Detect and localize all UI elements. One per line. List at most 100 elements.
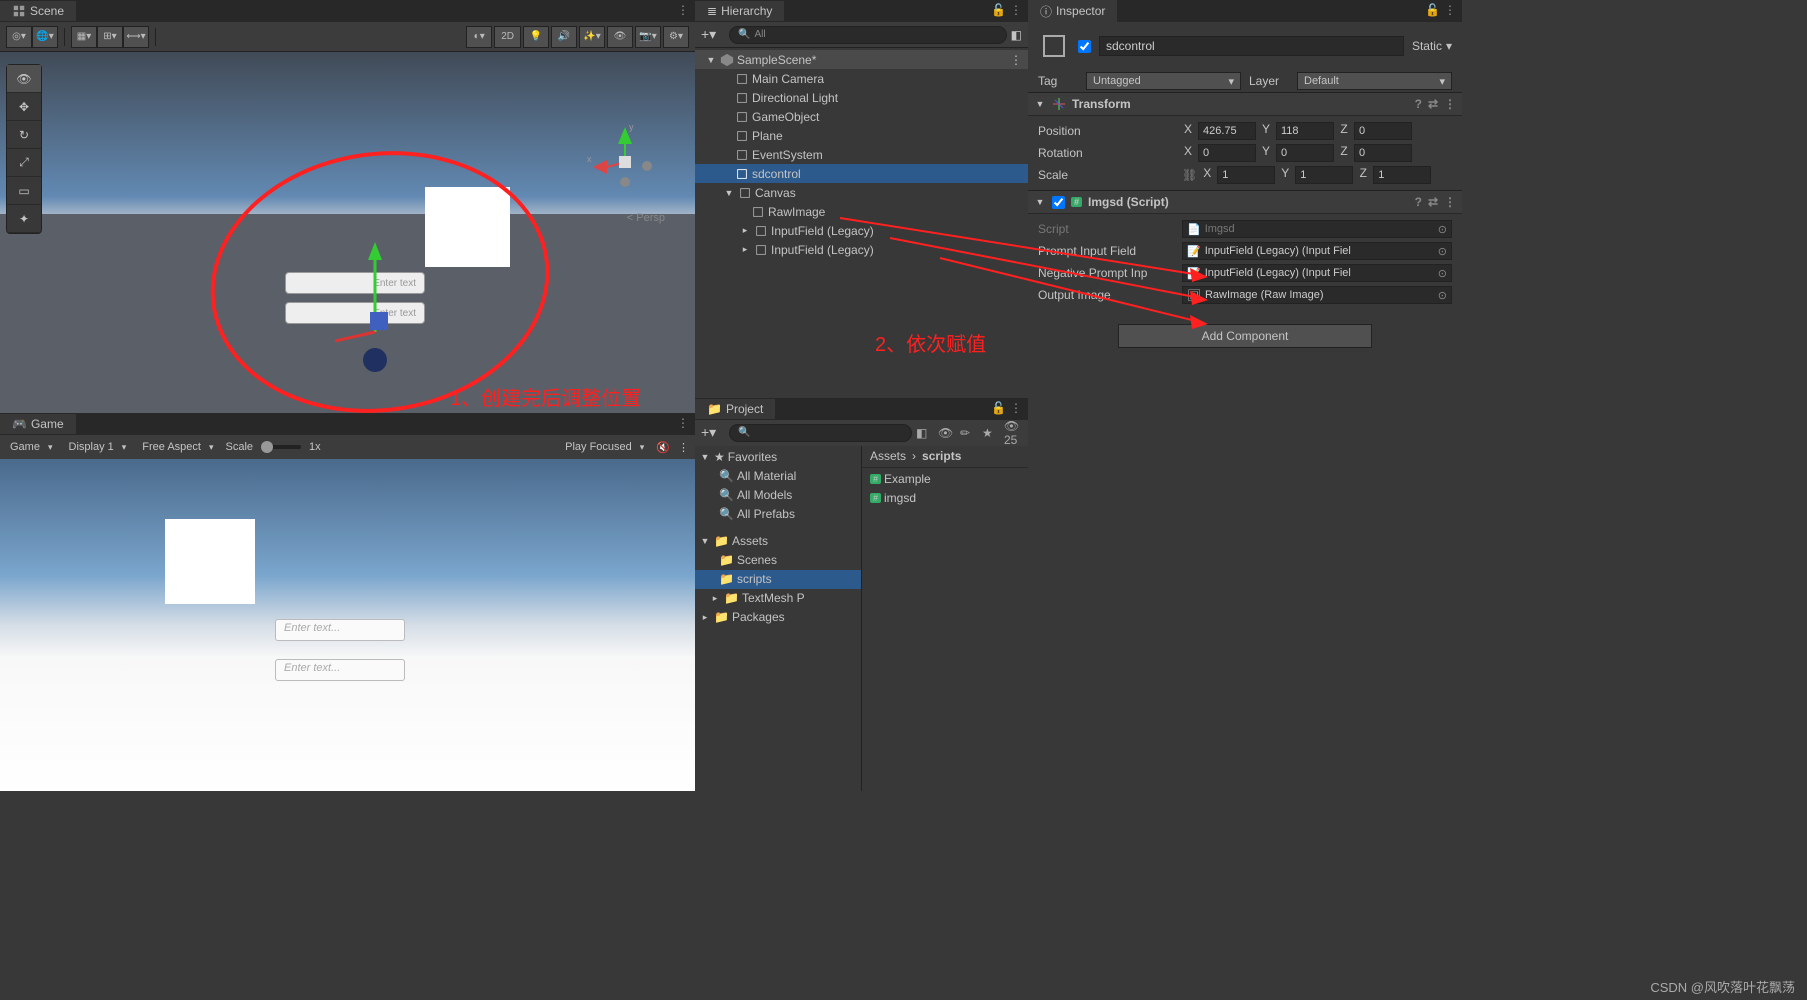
project-menu-icon[interactable]: ⋮ — [1010, 401, 1022, 415]
file-imgsd[interactable]: # imgsd — [862, 489, 1028, 508]
pos-z[interactable] — [1354, 122, 1412, 140]
preset-icon[interactable]: ⇄ — [1428, 195, 1438, 209]
aspect-dd[interactable]: Free Aspect — [138, 439, 217, 455]
scene-menu-icon[interactable]: ⋮ — [1010, 53, 1022, 67]
scripts-folder[interactable]: 📁 scripts — [695, 570, 861, 589]
favorites-folder[interactable]: ▼★ Favorites — [695, 448, 861, 467]
game-tab[interactable]: 🎮 Game — [0, 414, 76, 434]
hierarchy-item-sdcontrol[interactable]: sdcontrol — [695, 164, 1028, 183]
hierarchy-item-camera[interactable]: Main Camera — [695, 69, 1028, 88]
scene-tab[interactable]: Scene — [0, 1, 76, 21]
shading-mode-btn[interactable]: ◐▾ — [466, 26, 492, 48]
move-tool[interactable]: ✥ — [7, 93, 41, 121]
favorite-icon[interactable]: ★ — [982, 426, 1000, 440]
display-dd[interactable]: Display 1 — [65, 439, 131, 455]
hierarchy-menu-icon[interactable]: ⋮ — [1010, 3, 1022, 17]
view-tool[interactable]: 👁 — [7, 65, 41, 93]
camera-btn[interactable]: 📷▾ — [635, 26, 661, 48]
rot-x[interactable] — [1198, 144, 1256, 162]
inspector-menu-icon[interactable]: ⋮ — [1444, 3, 1456, 17]
active-checkbox[interactable] — [1078, 40, 1091, 53]
hierarchy-item-canvas[interactable]: ▼Canvas — [695, 183, 1028, 202]
hierarchy-item-input2[interactable]: ▸InputField (Legacy) — [695, 240, 1028, 259]
project-search[interactable]: 🔍 — [729, 424, 912, 442]
rotate-tool[interactable]: ↻ — [7, 121, 41, 149]
play-mode-dd[interactable]: Play Focused — [561, 439, 648, 455]
audio-btn[interactable]: 🔊 — [551, 26, 577, 48]
project-tab[interactable]: 📁 Project — [695, 399, 775, 419]
game-more-icon[interactable]: ⋮ — [678, 441, 689, 454]
visibility-btn[interactable]: 👁 — [607, 26, 633, 48]
hierarchy-item-gameobject[interactable]: GameObject — [695, 107, 1028, 126]
project-breadcrumb[interactable]: Assets › scripts — [862, 446, 1028, 468]
game-input-1[interactable]: Enter text... — [275, 619, 405, 641]
rect-tool[interactable]: ▭ — [7, 177, 41, 205]
rot-z[interactable] — [1354, 144, 1412, 162]
lock-icon[interactable]: 🔓 — [991, 401, 1006, 415]
grid-visibility-btn[interactable]: ▦▾ — [71, 26, 97, 48]
pivot-center-btn[interactable]: ◎▾ — [6, 26, 32, 48]
hierarchy-filter-icon[interactable]: ◧ — [1011, 28, 1022, 42]
fx-btn[interactable]: ✨▾ — [579, 26, 605, 48]
component-menu-icon[interactable]: ⋮ — [1444, 97, 1456, 111]
rot-y[interactable] — [1276, 144, 1334, 162]
pos-x[interactable] — [1198, 122, 1256, 140]
fav-models[interactable]: 🔍 All Models — [695, 486, 861, 505]
hierarchy-item-rawimage[interactable]: RawImage — [695, 202, 1028, 221]
link-icon[interactable]: ⛓ — [1182, 168, 1197, 182]
fav-materials[interactable]: 🔍 All Material — [695, 467, 861, 486]
scenes-folder[interactable]: 📁 Scenes — [695, 551, 861, 570]
scene-menu-icon[interactable]: ⋮ — [677, 3, 689, 17]
pivot-global-btn[interactable]: 🌐▾ — [32, 26, 58, 48]
scale-x[interactable] — [1217, 166, 1275, 184]
scale-tool[interactable]: ⤢ — [7, 149, 41, 177]
assets-folder[interactable]: ▼📁 Assets — [695, 532, 861, 551]
filter-label-icon[interactable]: 👁 — [938, 426, 956, 440]
help-icon[interactable]: ? — [1415, 97, 1422, 111]
persp-label[interactable]: < Persp — [627, 212, 665, 224]
script-header[interactable]: ▼ # Imgsd (Script) ?⇄⋮ — [1028, 190, 1462, 214]
prompt-field[interactable]: 📝InputField (Legacy) (Input Fiel — [1182, 242, 1452, 260]
lock-icon[interactable]: 🔓 — [991, 3, 1006, 17]
game-viewport[interactable]: Enter text... Enter text... — [0, 459, 695, 791]
static-dropdown-icon[interactable]: ▾ — [1446, 39, 1452, 53]
2d-toggle-btn[interactable]: 2D — [494, 26, 521, 48]
grid-snap-btn[interactable]: ⊞▾ — [97, 26, 123, 48]
hierarchy-tab[interactable]: ≣ Hierarchy — [695, 1, 784, 21]
save-search-icon[interactable]: ✏ — [960, 426, 978, 440]
game-input-2[interactable]: Enter text... — [275, 659, 405, 681]
gizmos-btn[interactable]: ⚙▾ — [663, 26, 689, 48]
game-menu-icon[interactable]: ⋮ — [677, 416, 689, 430]
scale-slider[interactable] — [261, 445, 301, 449]
scene-viewport[interactable]: 👁 ✥ ↻ ⤢ ▭ ✦ Enter text Enter text 1、创建完后… — [0, 52, 695, 413]
hidden-count[interactable]: 👁25 — [1004, 419, 1022, 447]
lighting-btn[interactable]: 💡 — [523, 26, 549, 48]
script-enabled-checkbox[interactable] — [1052, 196, 1065, 209]
hierarchy-item-eventsystem[interactable]: EventSystem — [695, 145, 1028, 164]
scale-y[interactable] — [1295, 166, 1353, 184]
hierarchy-item-input1[interactable]: ▸InputField (Legacy) — [695, 221, 1028, 240]
object-name-field[interactable] — [1099, 36, 1404, 56]
project-add-btn[interactable]: +▾ — [701, 424, 725, 441]
transform-tool[interactable]: ✦ — [7, 205, 41, 233]
game-settings-icon[interactable]: 🔇 — [656, 441, 670, 454]
file-example[interactable]: # Example — [862, 470, 1028, 489]
output-field[interactable]: 🖼RawImage (Raw Image) — [1182, 286, 1452, 304]
pos-y[interactable] — [1276, 122, 1334, 140]
fav-prefabs[interactable]: 🔍 All Prefabs — [695, 505, 861, 524]
hierarchy-search[interactable]: 🔍All — [729, 26, 1007, 44]
tag-dropdown[interactable]: Untagged▾ — [1086, 72, 1241, 90]
filter-type-icon[interactable]: ◧ — [916, 426, 934, 440]
snap-increment-btn[interactable]: ⟷▾ — [123, 26, 149, 48]
scale-z[interactable] — [1373, 166, 1431, 184]
script-field[interactable]: 📄 Imgsd — [1182, 220, 1452, 238]
hierarchy-item-light[interactable]: Directional Light — [695, 88, 1028, 107]
add-component-button[interactable]: Add Component — [1118, 324, 1372, 348]
preset-icon[interactable]: ⇄ — [1428, 97, 1438, 111]
scene-row[interactable]: ▼ SampleScene* ⋮ — [695, 50, 1028, 69]
game-camera-dd[interactable]: Game — [6, 439, 57, 455]
hierarchy-add-btn[interactable]: +▾ — [701, 26, 725, 43]
move-gizmo[interactable] — [335, 232, 475, 372]
textmesh-folder[interactable]: ▸📁 TextMesh P — [695, 589, 861, 608]
transform-header[interactable]: ▼ Transform ?⇄⋮ — [1028, 92, 1462, 116]
